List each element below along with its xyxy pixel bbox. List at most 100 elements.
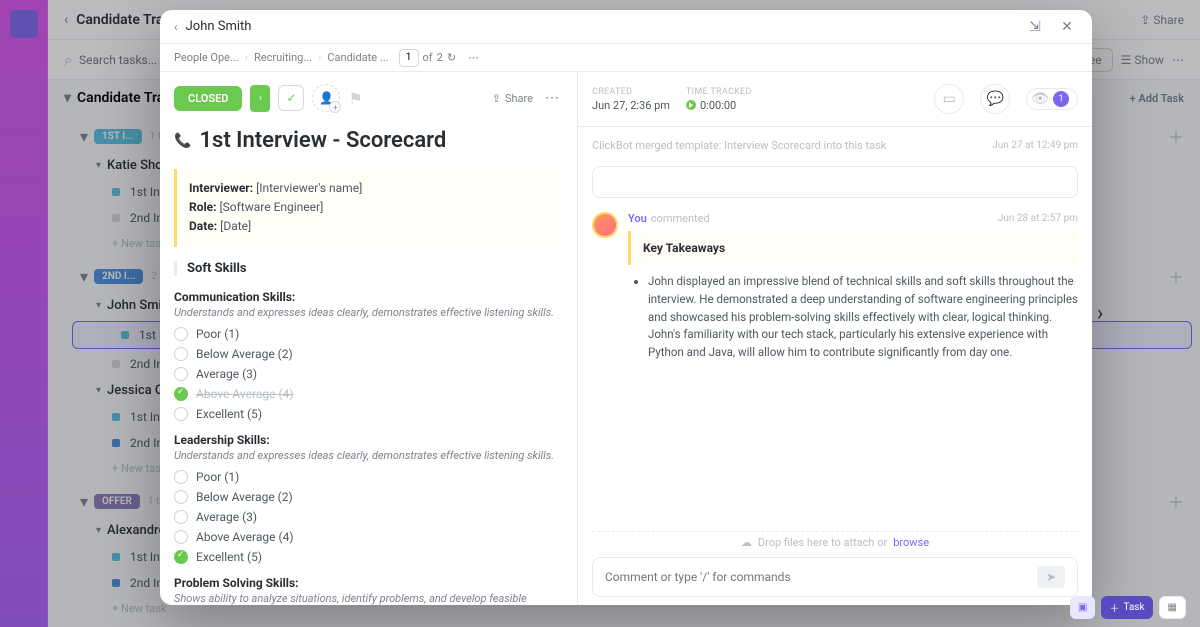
next-task-arrow-icon[interactable]: › (1086, 300, 1114, 328)
rating-option[interactable]: Excellent (5) (174, 407, 563, 421)
created-meta: CREATED Jun 27, 2:36 pm (592, 87, 670, 112)
skill-block: Communication Skills: Understands and ex… (174, 290, 563, 421)
takeaway-bullet: John displayed an impressive blend of te… (648, 273, 1078, 362)
takeaway-box: Key Takeaways (628, 231, 1078, 265)
tracked-label: TIME TRACKED (686, 87, 752, 97)
radio-icon[interactable] (174, 367, 188, 381)
radio-icon[interactable] (174, 470, 188, 484)
floating-buttons: ▣ ＋ Task ▦ (1070, 596, 1186, 619)
rating-option[interactable]: Below Average (2) (174, 490, 563, 504)
radio-icon[interactable] (174, 510, 188, 524)
created-label: CREATED (592, 87, 670, 97)
status-button[interactable]: CLOSED (174, 86, 242, 111)
drop-zone[interactable]: ☁ Drop files here to attach or browse (592, 531, 1078, 557)
comment-input-bar[interactable]: ➤ (592, 557, 1078, 597)
play-icon[interactable] (686, 100, 696, 110)
breadcrumb: People Ope... › Recruiting... › Candidat… (160, 44, 1092, 72)
radio-checked-icon[interactable] (174, 550, 188, 564)
status-complete-button[interactable]: ✓ (278, 85, 304, 111)
radio-icon[interactable] (174, 327, 188, 341)
inline-reply-input[interactable] (605, 175, 1065, 189)
pager: of 2 ↻ (399, 49, 457, 67)
pager-input[interactable] (399, 49, 419, 67)
close-icon[interactable]: ✕ (1056, 16, 1078, 38)
breadcrumb-item[interactable]: Candidate ... (327, 51, 388, 64)
watchers-pill[interactable]: 👁 1 (1026, 88, 1078, 110)
rating-option[interactable]: Poor (1) (174, 327, 563, 341)
phone-icon: 📞 (174, 133, 191, 149)
modal-left-toolbar: CLOSED › ✓ 👤+ ⚑ ⇪ Share ⋯ (160, 72, 577, 120)
skill-desc: Understands and expresses ideas clearly,… (174, 306, 563, 319)
radio-icon[interactable] (174, 407, 188, 421)
crumb-more-icon[interactable]: ⋯ (468, 51, 479, 64)
inline-reply-bar[interactable] (592, 166, 1078, 198)
comment-block: You commented Jun 28 at 2:57 pm Key Take… (592, 212, 1078, 362)
radio-icon[interactable] (174, 490, 188, 504)
rating-option[interactable]: Above Average (4) (174, 387, 563, 401)
modal-task-parent[interactable]: John Smith (186, 19, 252, 34)
tracked-value[interactable]: 0:00:00 (686, 99, 752, 112)
skill-desc: Shows ability to analyze situations, ide… (174, 592, 563, 605)
pager-of-label: of (423, 51, 433, 64)
radio-icon[interactable] (174, 347, 188, 361)
time-tracked-meta: TIME TRACKED 0:00:00 (686, 87, 752, 112)
more-actions-icon[interactable]: ⋯ (541, 90, 563, 106)
radio-icon[interactable] (174, 530, 188, 544)
chat-icon[interactable]: 💬 (980, 84, 1010, 114)
role-value: [Software Engineer] (219, 200, 323, 214)
comment-input[interactable] (605, 570, 1037, 584)
drop-text: Drop files here to attach or (758, 536, 887, 549)
breadcrumb-item[interactable]: Recruiting... (254, 51, 312, 64)
float-task-button[interactable]: ＋ Task (1101, 596, 1152, 619)
system-activity-text: ClickBot merged template: Interview Scor… (592, 139, 992, 152)
created-value: Jun 27, 2:36 pm (592, 99, 670, 112)
attach-icon: ☁ (741, 536, 752, 549)
float-record-button[interactable]: ▣ (1070, 596, 1095, 619)
assignee-add-button[interactable]: 👤+ (312, 84, 340, 112)
send-button[interactable]: ➤ (1037, 566, 1065, 588)
date-icon[interactable]: ▭ (934, 84, 964, 114)
browse-link[interactable]: browse (893, 536, 929, 549)
minimize-icon[interactable]: ⇲ (1024, 16, 1046, 38)
modal-left-scroll[interactable]: 📞 1st Interview - Scorecard Interviewer:… (160, 120, 577, 605)
modal-top-bar: ‹ John Smith ⇲ ✕ (160, 10, 1092, 44)
breadcrumb-item[interactable]: People Ope... (174, 51, 239, 64)
priority-flag-icon[interactable]: ⚑ (348, 89, 366, 107)
takeaway-heading: Key Takeaways (643, 241, 1066, 255)
skill-title: Problem Solving Skills: (174, 576, 563, 590)
modal-right-toolbar: CREATED Jun 27, 2:36 pm TIME TRACKED 0:0… (578, 72, 1092, 127)
comment-verb: commented (651, 212, 710, 225)
modal-back-icon[interactable]: ‹ (174, 20, 178, 34)
share-button[interactable]: ⇪ Share (492, 92, 533, 105)
role-label: Role: (189, 200, 217, 214)
pager-total: 2 (437, 51, 443, 64)
eye-icon: 👁 (1031, 91, 1049, 107)
task-modal: ‹ John Smith ⇲ ✕ People Ope... › Recruit… (160, 10, 1092, 605)
rating-option[interactable]: Above Average (4) (174, 530, 563, 544)
section-heading: Soft Skills (187, 261, 563, 276)
rating-option[interactable]: Excellent (5) (174, 550, 563, 564)
skill-title: Leadership Skills: (174, 433, 563, 447)
task-title[interactable]: 1st Interview - Scorecard (199, 128, 446, 153)
comment-time: Jun 28 at 2:57 pm (998, 213, 1078, 224)
float-apps-button[interactable]: ▦ (1159, 596, 1186, 619)
pager-next-icon[interactable]: ↻ (447, 51, 456, 64)
skill-block: Problem Solving Skills: Shows ability to… (174, 576, 563, 605)
interviewer-label: Interviewer: (189, 181, 253, 195)
activity-area[interactable]: ClickBot merged template: Interview Scor… (578, 127, 1092, 531)
comment-author[interactable]: You (628, 212, 647, 225)
system-activity-time: Jun 27 at 12:49 pm (992, 140, 1078, 151)
skill-title: Communication Skills: (174, 290, 563, 304)
radio-checked-icon[interactable] (174, 387, 188, 401)
status-next-button[interactable]: › (250, 85, 270, 112)
rating-option[interactable]: Average (3) (174, 510, 563, 524)
watchers-count: 1 (1053, 91, 1069, 107)
system-activity-row: ClickBot merged template: Interview Scor… (592, 139, 1078, 152)
rating-option[interactable]: Average (3) (174, 367, 563, 381)
rating-option[interactable]: Below Average (2) (174, 347, 563, 361)
chevron-right-icon: › (318, 51, 321, 64)
modal-left-panel: CLOSED › ✓ 👤+ ⚑ ⇪ Share ⋯ 📞 1st Intervie… (160, 72, 578, 605)
takeaway-list: John displayed an impressive blend of te… (628, 273, 1078, 362)
rating-option[interactable]: Poor (1) (174, 470, 563, 484)
avatar-icon[interactable] (592, 212, 618, 238)
